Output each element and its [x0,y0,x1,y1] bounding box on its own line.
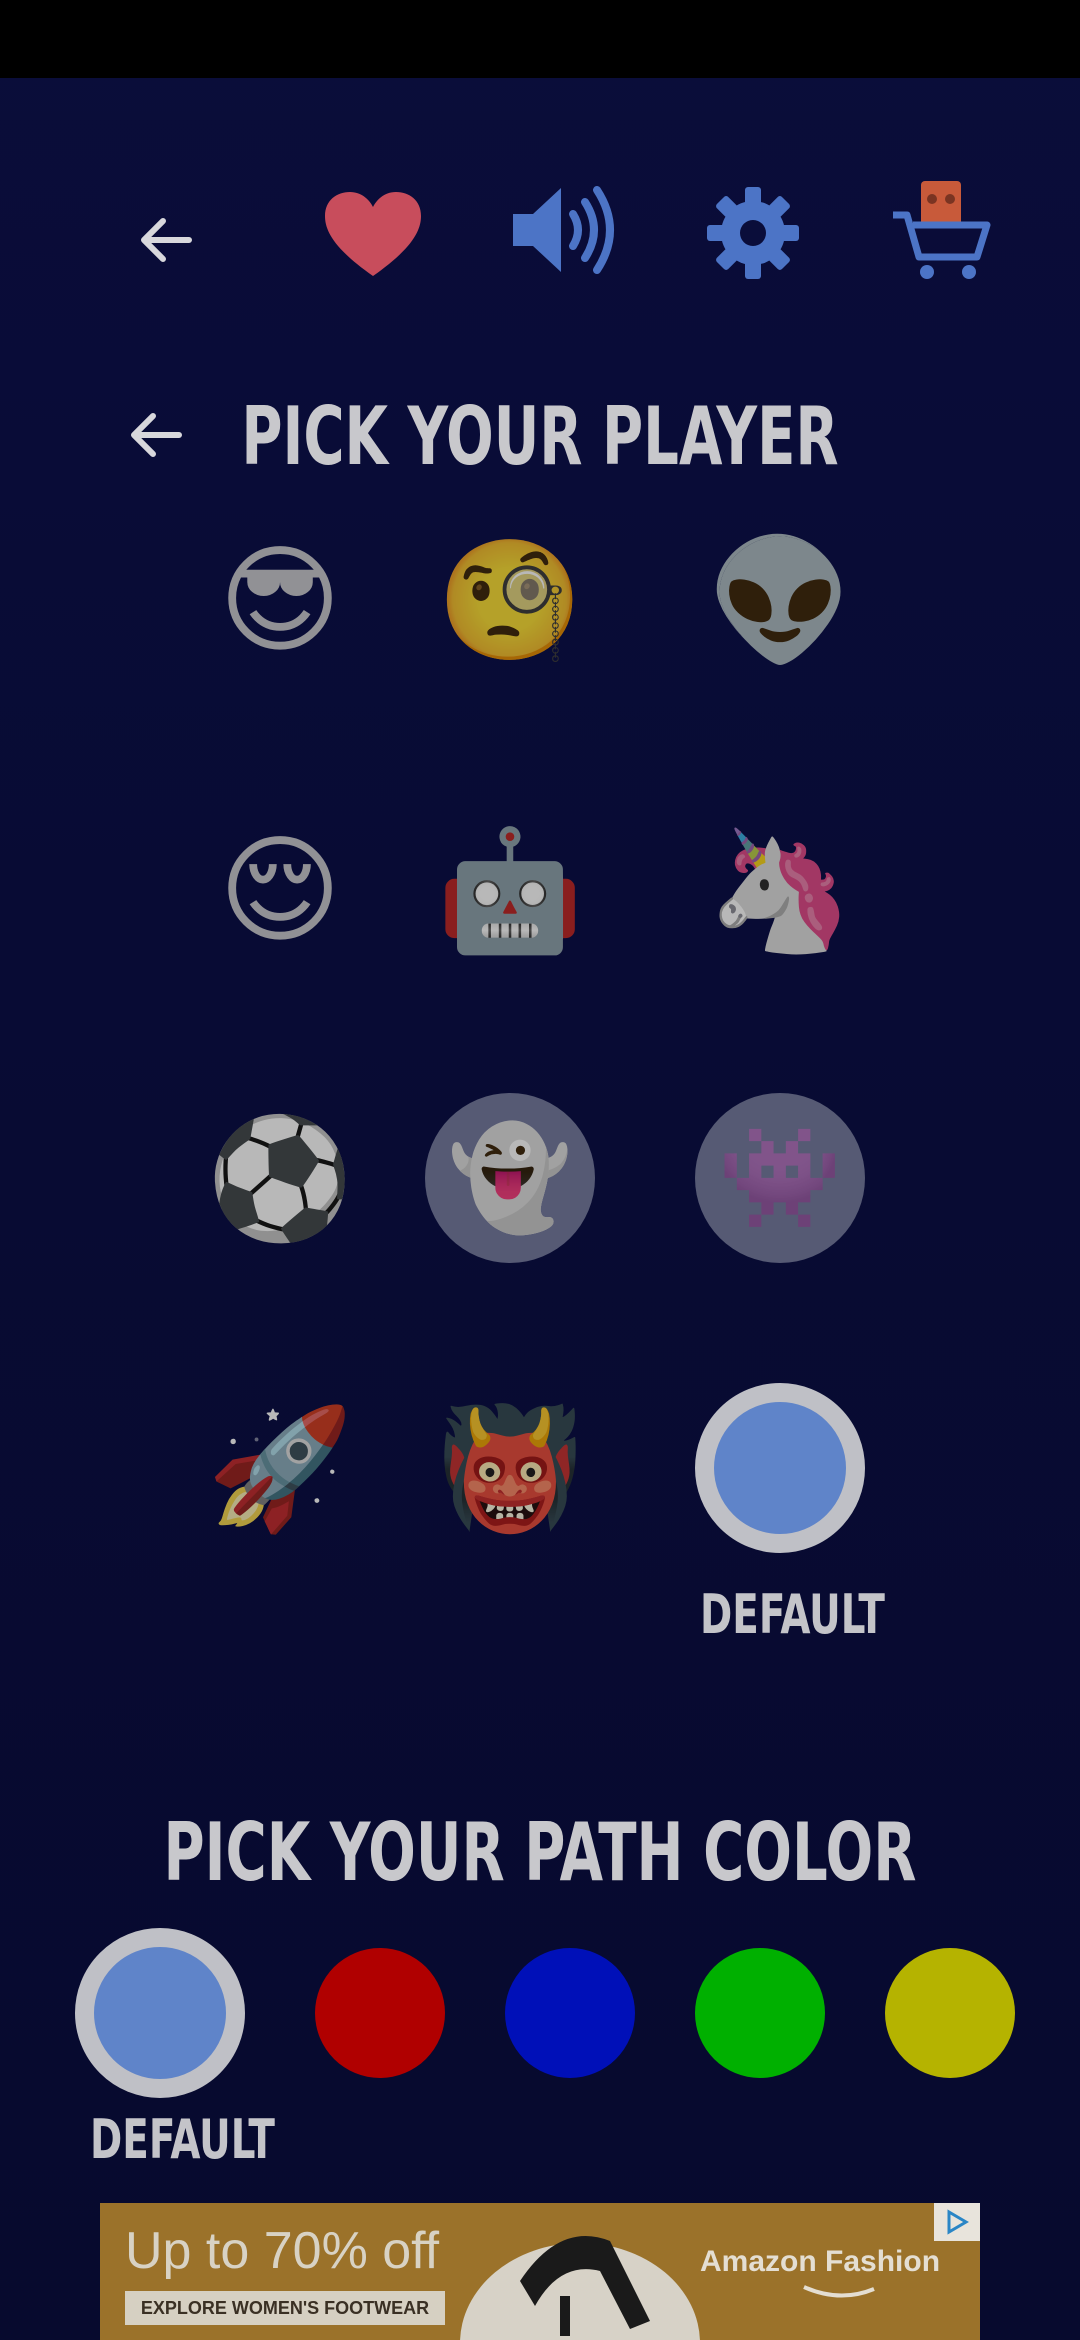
play-triangle-icon [947,2209,969,2235]
relieved-face-icon: 😌 [218,821,342,959]
ad-banner[interactable]: Up to 70% off EXPLORE WOMEN'S FOOTWEAR A… [100,2203,980,2340]
default-player-circle [695,1383,865,1553]
back-button[interactable] [120,200,210,280]
path-color-yellow[interactable] [885,1948,1015,2078]
path-color-default[interactable] [75,1928,245,2098]
status-bar [0,0,1080,78]
gear-icon [706,186,799,279]
player-option-robot[interactable]: 🤖 [425,805,595,975]
player-section-title: PICK YOUR PLAYER [241,390,839,483]
sunglasses-face-icon: 😎 [218,531,342,669]
path-section-title: PICK YOUR PATH COLOR [163,1806,917,1899]
soccer-ball-icon: ⚽ [206,1109,354,1247]
ad-brand: Amazon Fashion [700,2245,941,2278]
space-invader-icon: 👾 [717,1119,843,1236]
speaker-icon [513,186,614,274]
heart-icon [325,192,421,276]
player-option-relieved[interactable]: 😌 [195,805,365,975]
player-option-ogre[interactable]: 👹 [425,1383,595,1553]
default-path-circle [75,1928,245,2098]
ad-headline: Up to 70% off [125,2222,440,2280]
ad-cta-button[interactable]: EXPLORE WOMEN'S FOOTWEAR [125,2291,445,2325]
monocle-face-icon: 🧐 [436,531,584,669]
settings-button[interactable] [700,180,805,285]
ad-choices-icon[interactable] [934,2203,980,2241]
unicorn-icon: 🦄 [706,821,854,959]
rocket-icon: 🚀 [206,1399,354,1537]
player-option-default[interactable] [695,1383,865,1553]
path-color-blue[interactable] [505,1948,635,2078]
robot-icon: 🤖 [436,821,584,959]
player-option-rocket[interactable]: 🚀 [195,1383,365,1553]
player-option-sunglasses[interactable]: 😎 [195,515,365,685]
ad-brand-smile-icon [803,2285,875,2298]
ad-cta-label: EXPLORE WOMEN'S FOOTWEAR [140,2297,430,2318]
player-option-monocle[interactable]: 🧐 [425,515,595,685]
player-option-alien[interactable]: 👽 [695,515,865,685]
favorites-button[interactable] [318,180,428,290]
sound-button[interactable] [505,180,625,280]
player-option-space-invader[interactable]: 👾 [695,1093,865,1263]
player-option-soccer-ball[interactable]: ⚽ [195,1093,365,1263]
player-option-ghost[interactable]: 👻 [425,1093,595,1263]
shop-button[interactable] [888,175,993,285]
path-color-red[interactable] [315,1948,445,2078]
ogre-icon: 👹 [436,1399,584,1537]
shop-cart-icon [892,181,990,279]
back-arrow-icon [141,218,192,262]
ghost-icon: 👻 [447,1119,573,1236]
path-color-green[interactable] [695,1948,825,2078]
shoe-icon [520,2236,650,2336]
alien-icon: 👽 [706,531,854,669]
player-option-unicorn[interactable]: 🦄 [695,805,865,975]
default-player-label: DEFAULT [700,1583,885,1646]
default-path-label: DEFAULT [90,2108,275,2171]
